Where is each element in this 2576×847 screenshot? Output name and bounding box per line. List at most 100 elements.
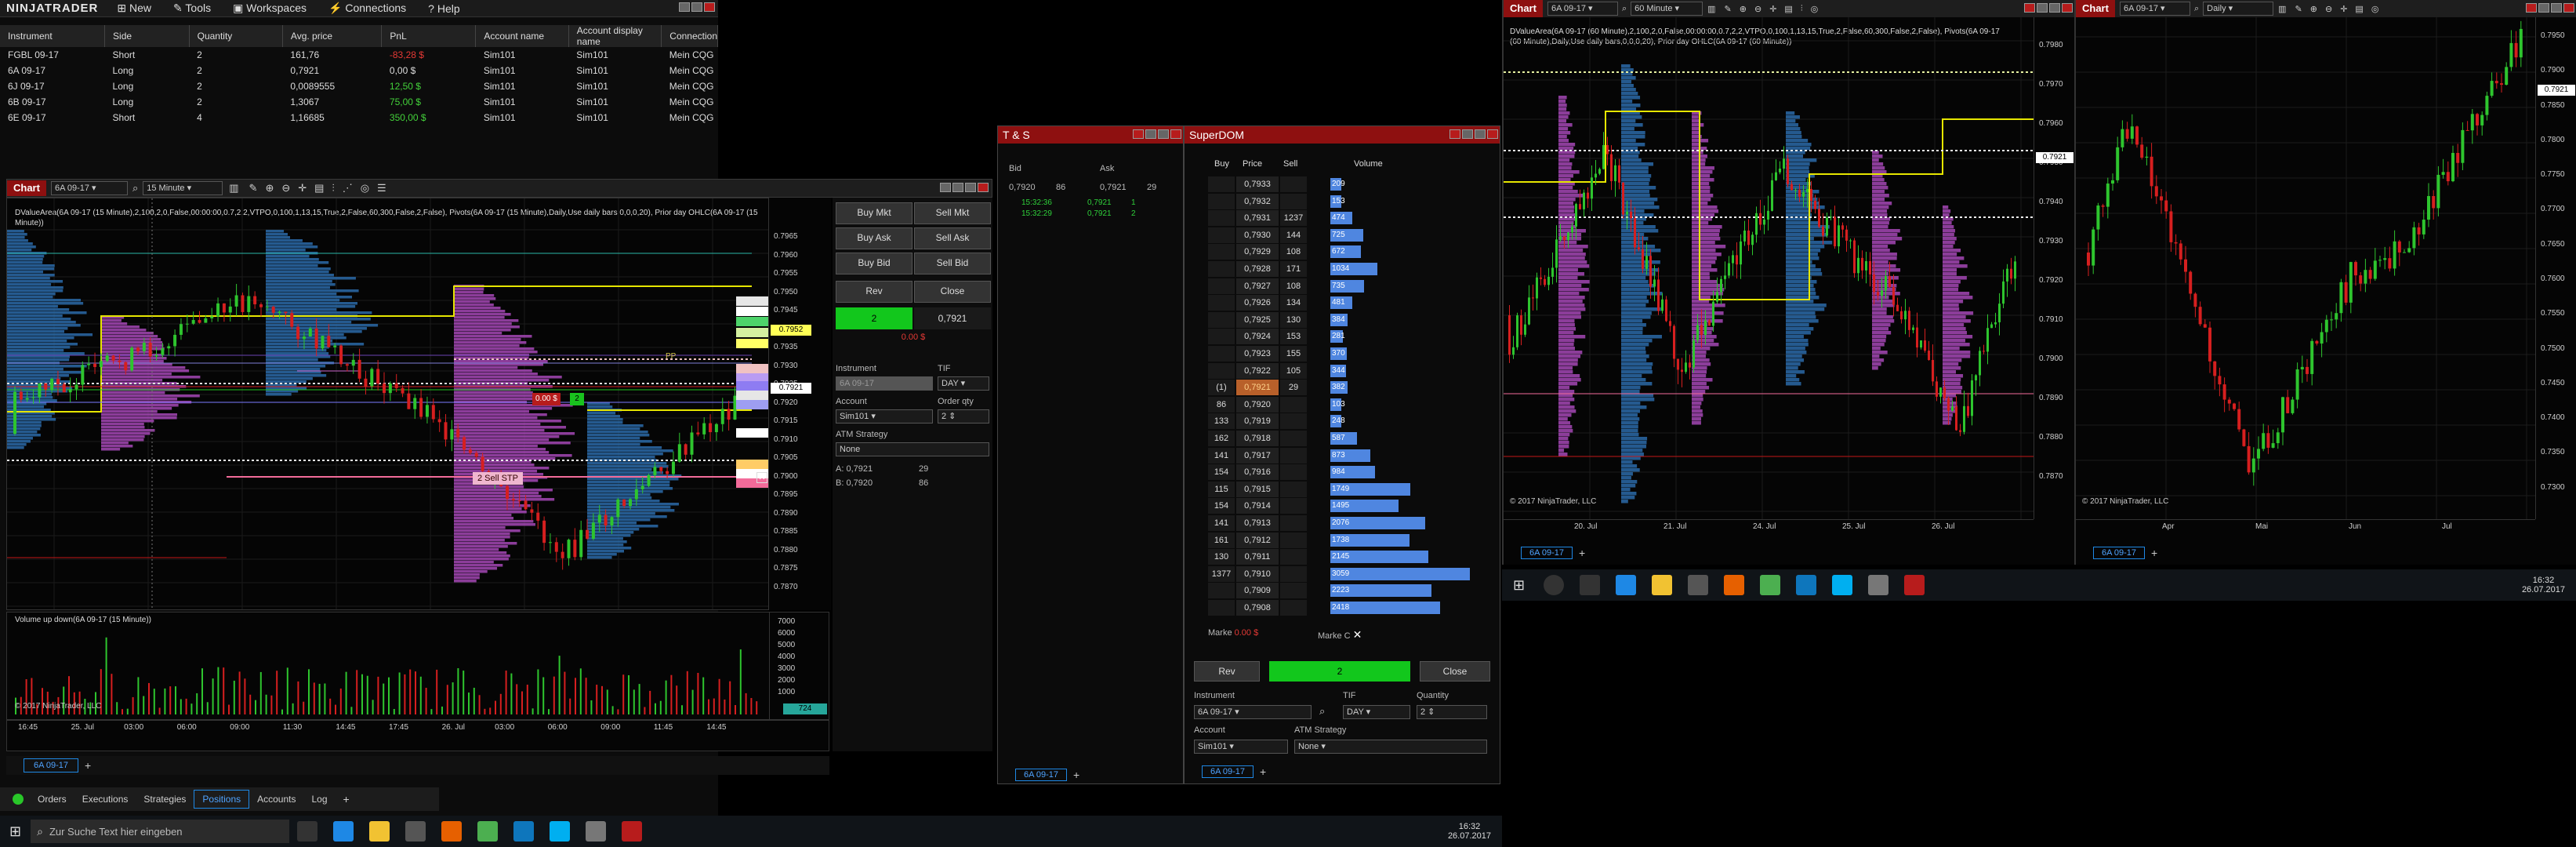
menu-workspaces[interactable]: ▣ Workspaces xyxy=(222,2,317,15)
properties-icon[interactable]: ◎ xyxy=(1811,4,1819,14)
chart2-pin-icon[interactable] xyxy=(2024,2,2035,13)
chart3-pin-icon[interactable] xyxy=(2526,2,2537,13)
close-position-button[interactable]: Close xyxy=(914,281,991,303)
crosshair-icon[interactable]: ✛ xyxy=(298,182,307,194)
list-icon[interactable]: ☰ xyxy=(377,182,386,194)
sd-close-button[interactable]: Close xyxy=(1420,661,1490,682)
dom-buy-cell[interactable] xyxy=(1208,227,1235,243)
col-instrument[interactable]: Instrument xyxy=(0,25,106,47)
bar-chart-icon[interactable]: ▥ xyxy=(229,182,238,194)
dom-sell-cell[interactable] xyxy=(1280,565,1307,582)
dom-buy-cell[interactable]: 133 xyxy=(1208,413,1235,430)
chart-trader-icon[interactable]: ▤ xyxy=(314,182,324,194)
taskbar-search[interactable]: ⌕ Zur Suche Text hier eingeben xyxy=(31,820,290,843)
sd-search-icon[interactable]: ⌕ xyxy=(1319,705,1325,718)
tab-strategies[interactable]: Strategies xyxy=(136,791,194,808)
dom-buy-cell[interactable] xyxy=(1208,600,1235,616)
chart2-instrument-select[interactable]: 6A 09-17 ▾ xyxy=(1547,2,1618,16)
strategies-icon[interactable]: ⋰ xyxy=(343,182,353,194)
windows-start-icon[interactable]: ⊞ xyxy=(9,823,21,840)
menu-help[interactable]: ? Help xyxy=(417,2,470,15)
sd-max-icon[interactable] xyxy=(1475,129,1486,139)
dom-buy-cell[interactable] xyxy=(1208,346,1235,362)
dom-row[interactable]: (1) 0,7921 29 382 xyxy=(1208,380,1475,396)
reverse-button[interactable]: Rev xyxy=(836,281,912,303)
zoom-out-icon[interactable]: ⊖ xyxy=(281,182,290,194)
chart3-min-icon[interactable] xyxy=(2538,2,2549,13)
sd-quantity-stepper[interactable]: 2 ⇕ xyxy=(1417,705,1487,719)
app-icon[interactable] xyxy=(1868,575,1889,595)
chart1-price-panel[interactable]: DValueArea(6A 09-17 (15 Minute),2,100,2,… xyxy=(6,198,829,610)
windows-start-icon[interactable]: ⊞ xyxy=(1513,577,1525,594)
dom-buy-cell[interactable] xyxy=(1208,311,1235,328)
dom-row[interactable]: 141 0,7917 873 xyxy=(1208,447,1475,464)
table-row[interactable]: 6E 09-17 Short 4 1,16685 350,00 $ Sim101 Sim10… xyxy=(0,110,718,125)
dom-sell-cell[interactable]: 108 xyxy=(1280,244,1307,260)
sd-tab[interactable]: 6A 09-17 xyxy=(1202,765,1254,778)
skype-icon[interactable] xyxy=(550,821,571,842)
dom-sell-cell[interactable]: 105 xyxy=(1280,362,1307,379)
dom-sell-cell[interactable] xyxy=(1280,464,1307,481)
chart1-maximize-icon[interactable] xyxy=(965,182,976,192)
tab-accounts[interactable]: Accounts xyxy=(249,791,303,808)
sell-market-button[interactable]: Sell Mkt xyxy=(914,202,991,224)
chart3-canvas[interactable] xyxy=(2076,17,2576,519)
explorer-icon[interactable] xyxy=(369,821,390,842)
stop-order-label[interactable]: 2 Sell STP xyxy=(473,472,523,485)
dom-row[interactable]: 130 0,7911 2145 xyxy=(1208,549,1475,565)
dom-buy-cell[interactable] xyxy=(1208,362,1235,379)
chart2-time-axis[interactable]: 20. Jul 21. Jul 24. Jul 25. Jul 26. Jul xyxy=(1504,519,2034,535)
dom-row[interactable]: 0,7922 105 344 xyxy=(1208,362,1475,380)
store-icon[interactable] xyxy=(1688,575,1709,595)
dom-sell-cell[interactable] xyxy=(1280,176,1307,192)
dom-sell-cell[interactable]: 155 xyxy=(1280,346,1307,362)
dom-row[interactable]: 0,7908 2418 xyxy=(1208,600,1475,616)
col-account-name[interactable]: Account name xyxy=(475,25,569,47)
teamviewer-icon[interactable] xyxy=(1796,575,1817,595)
dom-row[interactable]: 154 0,7916 984 xyxy=(1208,464,1475,481)
sd-cancel-icon[interactable]: ✕ xyxy=(1353,628,1362,641)
teamviewer-icon[interactable] xyxy=(513,821,535,842)
chart2-tab[interactable]: 6A 09-17 xyxy=(1521,547,1573,559)
firefox-icon[interactable] xyxy=(1724,575,1745,595)
dom-buy-cell[interactable]: 130 xyxy=(1208,549,1235,565)
zoom-in-icon[interactable]: ⊕ xyxy=(1740,4,1747,14)
bar-chart-icon[interactable]: ▥ xyxy=(2278,4,2286,14)
dom-sell-cell[interactable] xyxy=(1280,481,1307,497)
add-tab-icon[interactable]: + xyxy=(2151,547,2157,559)
sd-close-icon[interactable] xyxy=(1487,129,1498,139)
dom-buy-cell[interactable] xyxy=(1208,210,1235,227)
dom-row[interactable]: 0,7923 155 370 xyxy=(1208,346,1475,362)
dom-buy-cell[interactable] xyxy=(1208,583,1235,599)
col-side[interactable]: Side xyxy=(104,25,190,47)
dom-sell-cell[interactable]: 108 xyxy=(1280,278,1307,294)
task-view-icon[interactable] xyxy=(1580,575,1601,595)
dom-row[interactable]: 133 0,7919 248 xyxy=(1208,413,1475,430)
chart2-price-axis[interactable]: 0.79800.79700.79600.79500.79400.79300.79… xyxy=(2034,17,2076,519)
draw-icon[interactable]: ✎ xyxy=(249,182,258,194)
dom-row[interactable]: 0,7909 2223 xyxy=(1208,583,1475,599)
dom-buy-cell[interactable] xyxy=(1208,329,1235,345)
maximize-icon[interactable] xyxy=(691,2,702,12)
dom-row[interactable]: 0,7931 1237 474 xyxy=(1208,210,1475,227)
chart3-instrument-select[interactable]: 6A 09-17 ▾ xyxy=(2119,2,2190,16)
instrument-field[interactable]: 6A 09-17 xyxy=(836,376,933,391)
add-tab-icon[interactable]: + xyxy=(1260,765,1266,778)
sd-atm-select[interactable]: None ▾ xyxy=(1294,740,1487,754)
dom-row[interactable]: 0,7930 144 725 xyxy=(1208,227,1475,244)
sd-market-right[interactable]: Marke C ✕ xyxy=(1318,628,1362,642)
dom-buy-cell[interactable] xyxy=(1208,261,1235,277)
chart3-close-icon[interactable] xyxy=(2563,2,2574,13)
order-qty-stepper[interactable]: 2 ⇕ xyxy=(938,409,989,424)
chart1-price-axis[interactable]: 0.79650.79600.79550.79500.79450.79400.79… xyxy=(768,198,831,610)
sd-market-left[interactable]: Marke 0.00 $ xyxy=(1208,628,1258,638)
dom-row[interactable]: 161 0,7912 1738 xyxy=(1208,532,1475,549)
buy-ask-button[interactable]: Buy Ask xyxy=(836,227,912,249)
dom-buy-cell[interactable]: 86 xyxy=(1208,396,1235,413)
dom-buy-cell[interactable] xyxy=(1208,295,1235,311)
chart1-minimize-icon[interactable] xyxy=(940,182,951,192)
crosshair-icon[interactable]: ✛ xyxy=(1769,4,1776,14)
dom-buy-cell[interactable] xyxy=(1208,193,1235,209)
dom-sell-cell[interactable]: 153 xyxy=(1280,329,1307,345)
dom-sell-cell[interactable] xyxy=(1280,413,1307,430)
